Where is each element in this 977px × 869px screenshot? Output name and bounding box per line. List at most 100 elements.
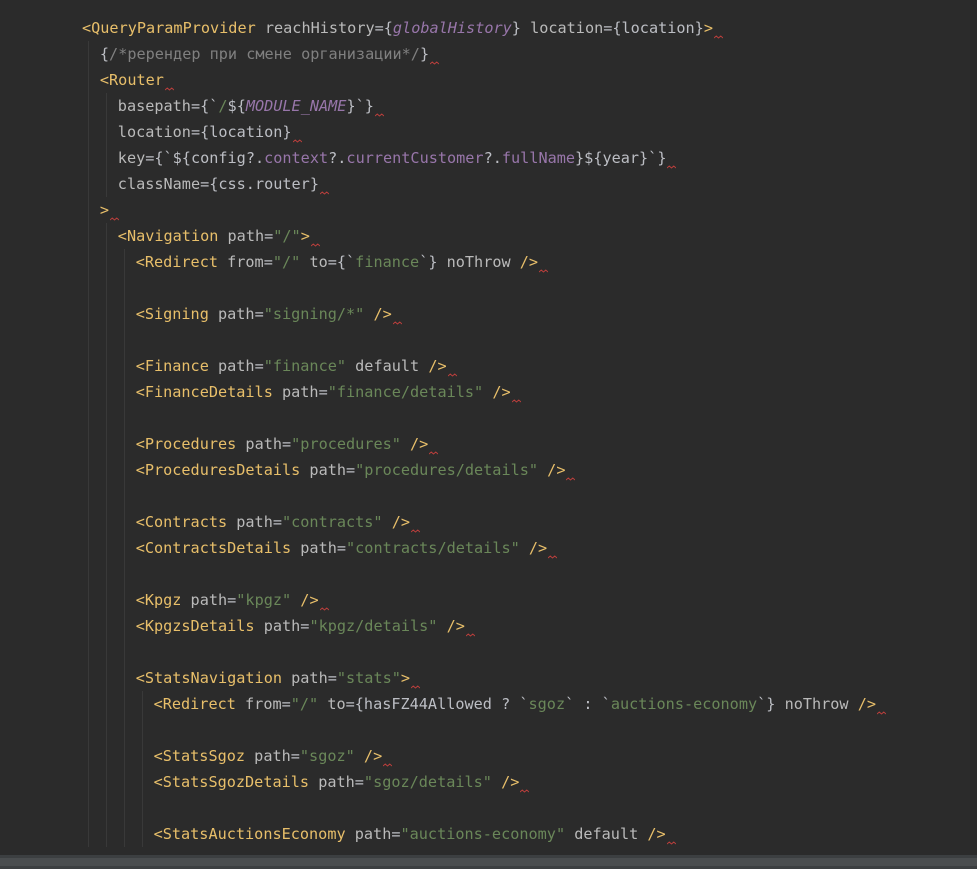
code-line[interactable]: <StatsSgozDetails path="sgoz/details" />: [154, 769, 530, 795]
code-token: />: [638, 825, 666, 843]
code-line[interactable]: >: [99, 197, 120, 223]
code-token: ${: [227, 97, 246, 115]
warning-squiggle-icon: [292, 139, 302, 143]
code-token: ={css.router}: [200, 175, 319, 193]
code-token: =: [336, 539, 347, 557]
code-token: "procedures": [291, 435, 401, 453]
code-token: <KpgzsDetails: [135, 617, 255, 635]
code-line[interactable]: <Router: [100, 67, 174, 93]
code-token: }`}: [346, 97, 374, 115]
code-token: "kpgz/details": [309, 617, 438, 635]
code-token: <FinanceDetails: [135, 383, 273, 401]
code-token: =: [227, 591, 237, 609]
code-token: <ProceduresDetails: [135, 461, 301, 479]
code-line[interactable]: <FinanceDetails path="finance/details" /…: [136, 379, 521, 405]
code-token: path: [254, 617, 301, 635]
code-token: />: [491, 773, 520, 791]
code-token: location: [117, 123, 191, 141]
code-token: path: [181, 591, 228, 609]
warning-squiggle-icon: [447, 373, 457, 377]
warning-squiggle-icon: [392, 321, 402, 325]
code-token: =: [272, 513, 282, 531]
code-token: path: [282, 669, 328, 687]
code-token: =: [254, 357, 264, 375]
code-line[interactable]: {/*ререндер при смене организации*/}: [100, 41, 440, 67]
code-line[interactable]: <Finance path="finance" default />: [136, 353, 457, 379]
code-token: /*ререндер при смене организации*/: [109, 45, 420, 63]
code-token: />: [291, 591, 319, 609]
indent-guide: [88, 41, 89, 847]
code-token: path: [291, 539, 337, 557]
code-token: from: [235, 695, 282, 713]
code-line[interactable]: <Redirect from="/" to={`finance`} noThro…: [136, 249, 549, 275]
code-line[interactable]: <ContractsDetails path="contracts/detail…: [136, 535, 558, 561]
warning-squiggle-icon: [319, 607, 329, 611]
code-token: >: [300, 227, 310, 245]
code-token: ={`: [190, 97, 219, 115]
code-token: >: [99, 201, 110, 219]
code-token: globalHistory: [392, 19, 512, 37]
code-token: sgoz: [528, 695, 566, 713]
code-token: ={`: [327, 253, 356, 271]
code-line[interactable]: <StatsSgoz path="sgoz" />: [154, 743, 393, 769]
code-line[interactable]: <StatsNavigation path="stats">: [136, 665, 421, 691]
code-line[interactable]: <ProceduresDetails path="procedures/deta…: [136, 457, 576, 483]
warning-squiggle-icon: [310, 243, 320, 247]
code-line[interactable]: className={css.router}: [118, 171, 329, 197]
code-token: =: [254, 305, 264, 323]
code-token: key: [117, 149, 146, 167]
code-token: }: [419, 45, 430, 63]
code-token: "contracts/details": [346, 539, 520, 557]
code-token: currentCustomer: [346, 149, 484, 167]
code-line[interactable]: key={`${config?.context?.currentCustomer…: [118, 145, 677, 171]
warning-squiggle-icon: [539, 269, 549, 273]
code-token: />: [510, 253, 539, 271]
code-line[interactable]: <Redirect from="/" to={hasFZ44Allowed ? …: [154, 691, 887, 717]
indent-guide: [123, 249, 125, 847]
code-token: <QueryParamProvider: [82, 19, 256, 37]
code-token: path: [227, 513, 273, 531]
warning-squiggle-icon: [319, 191, 329, 195]
warning-squiggle-icon: [465, 633, 475, 637]
code-token: "finance": [263, 357, 347, 375]
warning-squiggle-icon: [164, 87, 174, 91]
code-token: <StatsSgozDetails: [153, 773, 310, 791]
code-line[interactable]: <Signing path="signing/*" />: [136, 301, 402, 327]
warning-squiggle-icon: [666, 841, 676, 845]
horizontal-scrollbar[interactable]: [0, 855, 977, 869]
code-token: <ContractsDetails: [135, 539, 292, 557]
code-token: />: [483, 383, 511, 401]
code-token: "finance/details": [327, 383, 484, 401]
code-token: path: [345, 825, 392, 843]
code-line[interactable]: <Contracts path="contracts" />: [136, 509, 421, 535]
code-token: location: [520, 19, 604, 37]
indent-guide: [105, 223, 107, 847]
code-token: ={location}: [603, 19, 704, 37]
code-line[interactable]: <StatsAuctionsEconomy path="auctions-eco…: [154, 821, 676, 847]
code-token: "kpgz": [236, 591, 292, 609]
scrollbar-thumb[interactable]: [0, 858, 977, 866]
code-line[interactable]: <KpgzsDetails path="kpgz/details" />: [136, 613, 475, 639]
code-line[interactable]: location={location}: [118, 119, 302, 145]
code-token: "auctions-economy": [400, 825, 566, 843]
code-editor[interactable]: <QueryParamProvider reachHistory={global…: [0, 0, 977, 869]
code-token: "/": [272, 253, 301, 271]
code-token: path: [309, 773, 355, 791]
code-line[interactable]: <Procedures path="procedures" />: [136, 431, 439, 457]
warning-squiggle-icon: [430, 61, 440, 65]
code-token: noThrow: [437, 253, 511, 271]
code-line[interactable]: <Navigation path="/">: [118, 223, 320, 249]
code-line[interactable]: <QueryParamProvider reachHistory={global…: [82, 15, 723, 41]
code-token: `}: [757, 695, 776, 713]
code-line[interactable]: <Kpgz path="kpgz" />: [136, 587, 329, 613]
code-token: default: [346, 357, 420, 375]
code-token: >: [400, 669, 411, 687]
code-token: /: [218, 97, 228, 115]
code-token: =: [264, 227, 274, 245]
code-line[interactable]: basepath={`/${MODULE_NAME}`}: [118, 93, 384, 119]
warning-squiggle-icon: [566, 477, 576, 481]
code-token: path: [208, 305, 255, 323]
code-token: to: [318, 695, 346, 713]
code-token: =: [263, 253, 273, 271]
code-token: "signing/*": [263, 305, 365, 323]
